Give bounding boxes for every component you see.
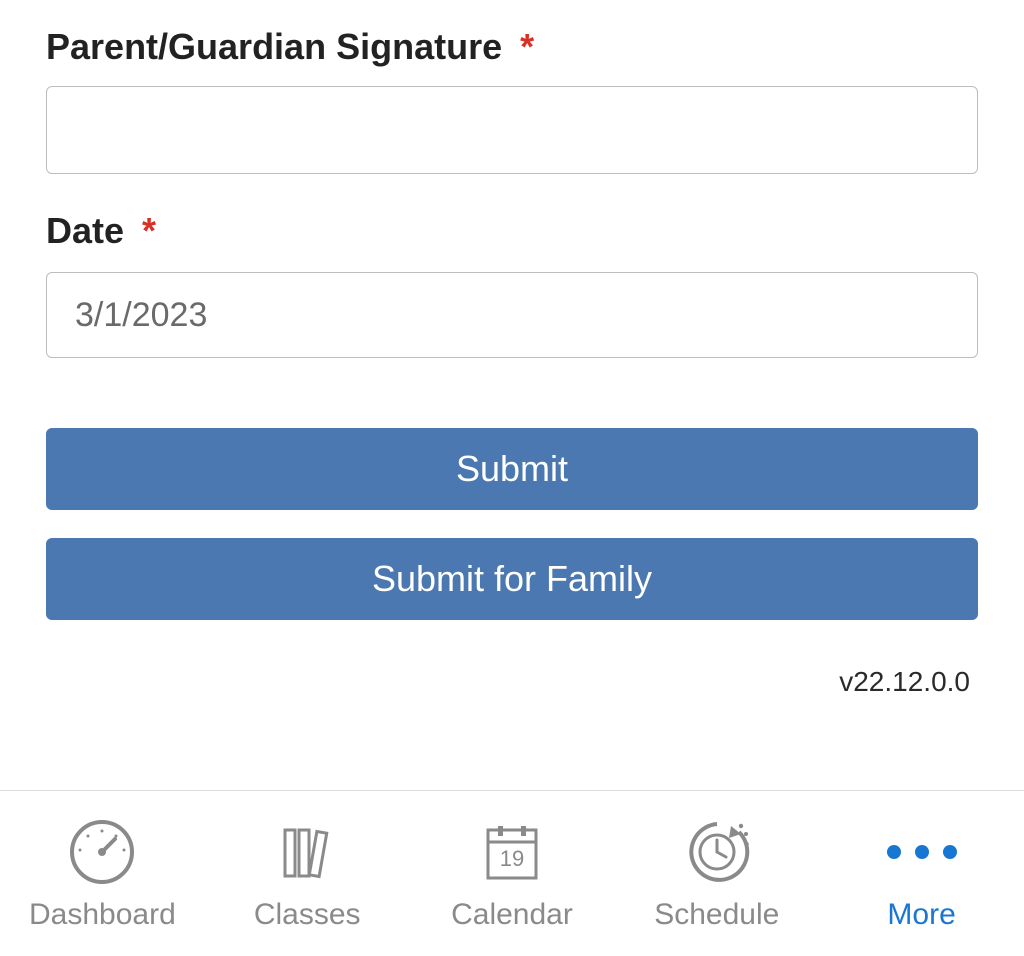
books-icon (271, 816, 343, 888)
submit-family-button[interactable]: Submit for Family (46, 538, 978, 620)
date-label-row: Date * (46, 210, 978, 252)
tab-more[interactable]: More (819, 816, 1024, 932)
tab-label: Classes (254, 898, 361, 932)
tab-label: More (887, 898, 955, 932)
version-text: v22.12.0.0 (46, 620, 978, 716)
tab-label: Schedule (654, 898, 779, 932)
tab-calendar[interactable]: 19 Calendar (410, 816, 615, 932)
clock-refresh-icon (679, 816, 755, 888)
calendar-icon: 19 (476, 816, 548, 888)
date-label: Date (46, 210, 124, 251)
more-dots-icon (887, 816, 957, 888)
signature-label: Parent/Guardian Signature (46, 26, 502, 67)
gauge-icon (66, 816, 138, 888)
form-content: Parent/Guardian Signature * Date * Submi… (0, 0, 1024, 790)
date-input[interactable] (46, 272, 978, 358)
submit-button[interactable]: Submit (46, 428, 978, 510)
signature-input[interactable] (46, 86, 978, 174)
required-asterisk: * (142, 210, 156, 251)
required-asterisk: * (520, 26, 534, 67)
tab-classes[interactable]: Classes (205, 816, 410, 932)
tab-schedule[interactable]: Schedule (614, 816, 819, 932)
page-root: Parent/Guardian Signature * Date * Submi… (0, 0, 1024, 956)
tab-label: Dashboard (29, 898, 176, 932)
tab-label: Calendar (451, 898, 573, 932)
tab-bar: Dashboard Classes 19 (0, 790, 1024, 956)
spacer (46, 358, 978, 428)
tab-dashboard[interactable]: Dashboard (0, 816, 205, 932)
signature-label-row: Parent/Guardian Signature * (46, 26, 978, 68)
calendar-day-text: 19 (500, 846, 524, 871)
